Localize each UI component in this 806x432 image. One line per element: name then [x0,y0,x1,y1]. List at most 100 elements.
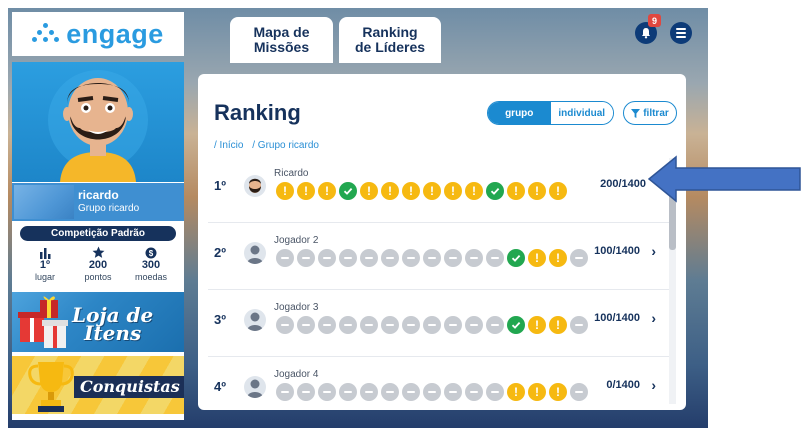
pending-icon [423,316,441,334]
pending-icon [318,316,336,334]
player-score: 100/1400 [594,245,640,257]
ranking-row[interactable]: 3º Jogador 3 !! 100/1400 › [208,290,670,357]
pending-icon [276,383,294,401]
ranking-row[interactable]: 4º Jogador 4 !!! 0/1400 › [208,357,670,404]
competition-label[interactable]: Competição Padrão [20,226,176,241]
player-score: 0/1400 [606,379,640,391]
tab-label-line2: de Líderes [354,39,426,55]
tab-ranking-de-lideres[interactable]: Ranking de Líderes [339,17,441,63]
warning-icon: ! [297,182,315,200]
pending-icon [444,249,462,267]
pending-icon [486,249,504,267]
view-toggle[interactable]: grupo individual [487,101,614,125]
ranking-row[interactable]: 2º Jogador 2 !! 100/1400 › [208,223,670,290]
warning-icon: ! [444,182,462,200]
coin-icon: $ [145,247,157,258]
item-shop-title: Loja de Itens [72,305,153,345]
check-icon [507,249,525,267]
breadcrumb: / Início / Grupo ricardo [214,140,325,151]
stat-coins: $ 300 moedas [126,246,176,283]
pending-icon [465,316,483,334]
user-group: Grupo ricardo [78,203,140,214]
check-icon [507,316,525,334]
player-avatar-placeholder [244,376,266,398]
achievements-banner[interactable]: Conquistas [12,356,184,414]
warning-icon: ! [528,182,546,200]
pending-icon [360,383,378,401]
pending-icon [276,249,294,267]
user-avatar-illustration [48,70,148,182]
pending-icon [465,383,483,401]
trophy-icon [28,362,74,412]
bell-icon [642,28,650,39]
banner-title-line2: Itens [84,321,142,345]
ranking-list[interactable]: 1º Ricardo !!!!!!!!!!!! 200/1400 2º Joga… [208,156,674,404]
star-icon [92,246,104,258]
warning-icon: ! [549,182,567,200]
tab-mapa-de-missoes[interactable]: Mapa de Missões [230,17,333,63]
warning-icon: ! [549,249,567,267]
warning-icon: ! [423,182,441,200]
stat-value: 300 [141,259,161,271]
pending-icon [318,249,336,267]
toggle-individual-option[interactable]: individual [550,102,613,124]
funnel-icon [631,108,641,118]
mission-status-marks: !! [276,249,588,267]
pending-icon [486,316,504,334]
breadcrumb-group[interactable]: / Grupo ricardo [252,140,319,151]
logo-text: engage [66,18,164,49]
filter-button[interactable]: filtrar [623,101,677,125]
player-name: Jogador 2 [274,235,319,246]
pending-icon [570,383,588,401]
pending-icon [423,249,441,267]
warning-icon: ! [549,383,567,401]
engage-logo[interactable]: engage [12,12,184,56]
chevron-right-icon[interactable]: › [651,310,656,326]
rank-position: 1º [214,178,226,193]
gift-boxes-icon [18,296,68,348]
warning-icon: ! [528,316,546,334]
pending-icon [570,316,588,334]
warning-icon: ! [381,182,399,200]
check-icon [486,182,504,200]
player-score: 200/1400 [600,178,646,190]
chevron-right-icon[interactable]: › [651,243,656,259]
team-color-swatch [14,185,74,219]
sidebar: ricardo Grupo ricardo Competição Padrão … [12,62,184,420]
pending-icon [465,249,483,267]
chevron-right-icon[interactable]: › [651,377,656,393]
pending-icon [402,316,420,334]
pending-icon [423,383,441,401]
warning-icon: ! [402,182,420,200]
pending-icon [402,383,420,401]
warning-icon: ! [465,182,483,200]
page-title: Ranking [214,100,301,125]
menu-button[interactable] [670,22,692,44]
player-avatar [244,175,266,197]
annotation-arrow-icon [648,155,801,203]
rank-position: 2º [214,245,226,260]
tab-label-line1: Mapa de [253,24,310,40]
pending-icon [339,316,357,334]
mission-status-marks: !!!!!!!!!!!! [276,182,567,200]
stat-points: 200 pontos [73,246,123,283]
pending-icon [360,249,378,267]
ranking-row[interactable]: 1º Ricardo !!!!!!!!!!!! 200/1400 [208,156,670,223]
pending-icon [486,383,504,401]
profile-avatar[interactable] [12,62,184,182]
item-shop-banner[interactable]: Loja de Itens [12,292,184,352]
breadcrumb-home[interactable]: / Início [214,140,243,151]
stat-position: 1º lugar [20,246,70,283]
achievements-title: Conquistas [74,376,184,398]
filter-label: filtrar [643,107,669,119]
toggle-group-option[interactable]: grupo [488,102,551,124]
stat-value: 200 [88,259,108,271]
notification-count-badge: 9 [648,14,661,27]
warning-icon: ! [549,316,567,334]
warning-icon: ! [528,383,546,401]
pending-icon [297,316,315,334]
warning-icon: ! [507,383,525,401]
ranking-panel: Ranking grupo individual filtrar / Iníci… [198,74,686,410]
user-info[interactable]: ricardo Grupo ricardo [12,183,184,221]
rank-position: 4º [214,379,226,394]
